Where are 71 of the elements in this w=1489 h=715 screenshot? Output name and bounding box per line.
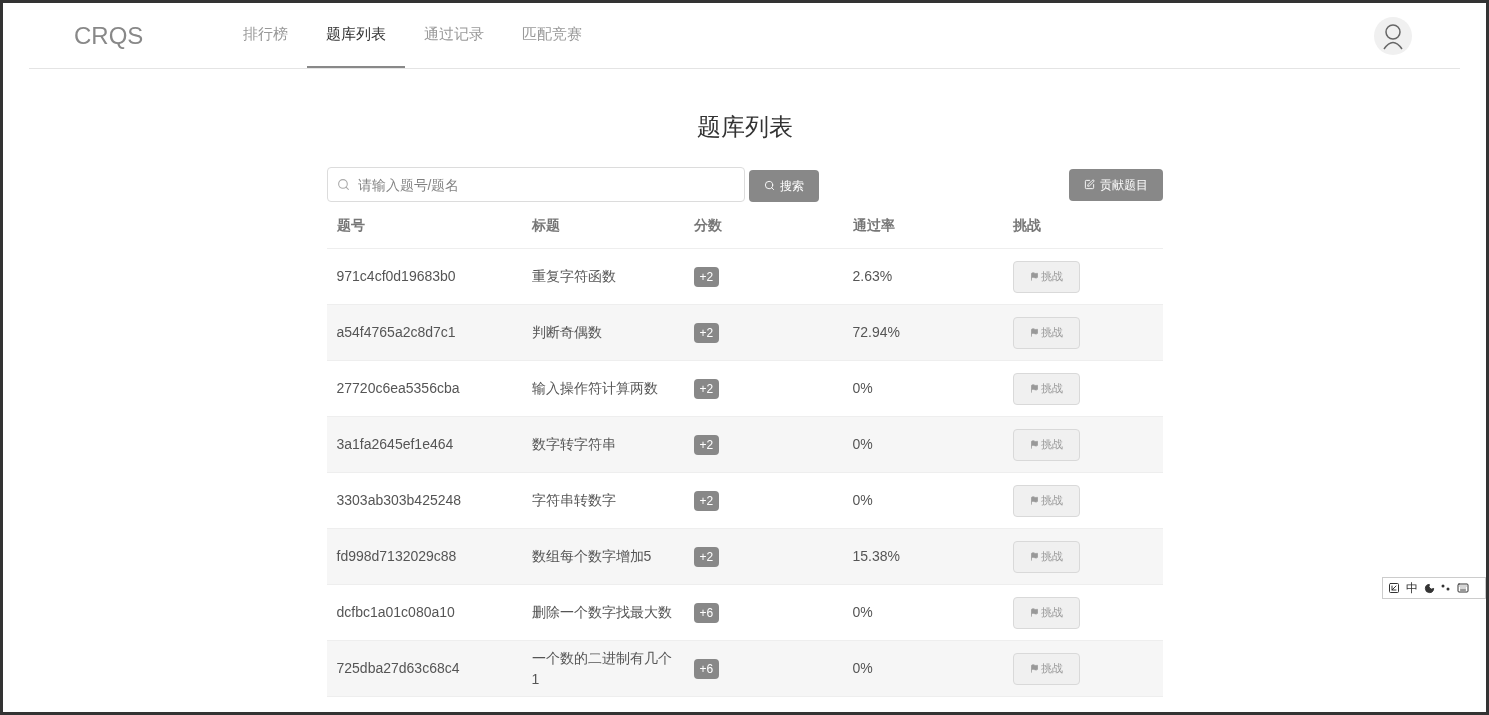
pass-rate: 2.63% (852, 268, 893, 284)
nav-tab[interactable]: 匹配竞赛 (503, 3, 601, 68)
page-title: 题库列表 (696, 112, 793, 142)
nav-tab[interactable]: 通过记录 (405, 3, 503, 68)
flag-icon (1029, 664, 1039, 673)
pass-rate: 0% (852, 604, 873, 620)
score-badge: +2 (693, 547, 720, 567)
column-header: 分数 (693, 217, 722, 233)
challenge-button[interactable]: 挑战 (1012, 484, 1080, 517)
search-button[interactable]: 搜索 (748, 169, 819, 202)
flag-icon (1029, 552, 1039, 561)
problem-id: 27720c6ea5356cba (336, 380, 460, 396)
column-header: 标题 (531, 217, 560, 233)
score-badge: +2 (693, 435, 720, 455)
column-header: 通过率 (852, 217, 895, 233)
problem-title: 重复字符函数 (531, 268, 616, 284)
pass-rate: 72.94% (852, 324, 900, 340)
problem-title: 判断奇偶数 (531, 324, 602, 340)
challenge-button[interactable]: 挑战 (1012, 596, 1080, 629)
problem-id: 3303ab303b425248 (336, 492, 462, 508)
flag-icon (1029, 272, 1039, 281)
keyboard-icon[interactable] (1457, 582, 1469, 594)
score-badge: +2 (693, 491, 720, 511)
search-field[interactable]: 请输入题号/题名 (326, 167, 745, 202)
problem-id: fd998d7132029c88 (336, 548, 457, 564)
edit-icon (1083, 179, 1095, 190)
problem-title: 输入操作符计算两数 (531, 380, 658, 396)
score-badge: +6 (693, 603, 720, 623)
column-header: 挑战 (1012, 217, 1041, 233)
expand-icon[interactable] (1388, 582, 1400, 594)
challenge-button[interactable]: 挑战 (1012, 372, 1080, 405)
flag-icon (1029, 384, 1039, 393)
nav-tab[interactable]: 题库列表 (307, 3, 405, 68)
problem-title: 字符串转数字 (531, 492, 616, 508)
flag-icon (1029, 496, 1039, 505)
challenge-button[interactable]: 挑战 (1012, 428, 1080, 461)
problem-id: a54f4765a2c8d7c1 (336, 324, 456, 340)
problem-title: 删除一个数字找最大数 (531, 604, 672, 620)
problem-title: 数字转字符串 (531, 436, 616, 452)
pass-rate: 0% (852, 436, 873, 452)
avatar-icon[interactable] (1374, 16, 1412, 55)
pass-rate: 0% (852, 492, 873, 508)
problem-title: 数组每个数字增加5 (531, 548, 652, 564)
score-badge: +2 (693, 267, 720, 287)
score-badge: +2 (693, 379, 720, 399)
problem-title: 一个数的二进制有几个1 (531, 649, 672, 687)
column-header: 题号 (336, 217, 365, 233)
pass-rate: 0% (852, 660, 873, 676)
brand-logo: CRQS (74, 20, 145, 51)
moon-icon[interactable] (1424, 582, 1435, 594)
flag-icon (1029, 440, 1039, 449)
problem-id: 971c4cf0d19683b0 (336, 268, 456, 284)
ime-mode[interactable]: 中 (1406, 579, 1418, 597)
problem-id: 3a1fa2645ef1e464 (336, 436, 454, 452)
challenge-button[interactable]: 挑战 (1012, 316, 1080, 349)
nav-tab[interactable]: 排行榜 (224, 3, 307, 68)
search-icon (336, 178, 350, 191)
flag-icon (1029, 328, 1039, 337)
challenge-button[interactable]: 挑战 (1012, 540, 1080, 573)
challenge-button[interactable]: 挑战 (1012, 260, 1080, 293)
punctuation-icon[interactable] (1441, 583, 1451, 593)
problem-id: 725dba27d63c68c4 (336, 660, 460, 676)
score-badge: +2 (693, 323, 720, 343)
pass-rate: 0% (852, 380, 873, 396)
search-icon (763, 180, 775, 191)
problem-id: dcfbc1a01c080a10 (336, 604, 455, 620)
contribute-button[interactable]: 贡献题目 (1068, 168, 1163, 201)
score-badge: +6 (693, 659, 720, 679)
pass-rate: 15.38% (852, 548, 900, 564)
flag-icon (1029, 608, 1039, 617)
challenge-button[interactable]: 挑战 (1012, 652, 1080, 685)
